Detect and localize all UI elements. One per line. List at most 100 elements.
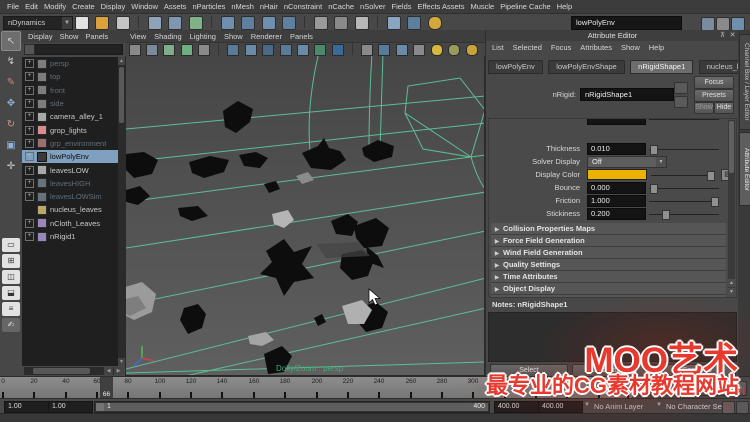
select-hierarchy-icon[interactable] — [147, 16, 162, 30]
expand-icon[interactable]: + — [25, 192, 34, 202]
close-icon[interactable]: ✕ — [728, 31, 737, 40]
menu-assets[interactable]: Assets — [161, 2, 190, 11]
save-scene-icon[interactable] — [115, 16, 130, 30]
film-gate-icon[interactable] — [227, 44, 240, 56]
snap-surface-icon[interactable] — [281, 16, 296, 30]
select-object-icon[interactable] — [168, 16, 183, 30]
range-slider[interactable]: 1 400 — [94, 401, 490, 413]
outliner-item-nrigid1[interactable]: + nRigid1 — [22, 230, 118, 243]
playback-end-field[interactable]: 400.00 — [494, 401, 539, 413]
solver-display-dropdown[interactable]: Off ▼ — [587, 156, 667, 168]
expand-icon[interactable]: + — [25, 232, 34, 241]
field-chart-icon[interactable] — [279, 44, 292, 56]
outliner-item-leaveslowsim[interactable]: + leavesLOWSim — [22, 190, 118, 203]
wireframe-icon[interactable] — [360, 44, 373, 56]
scroll-down-icon[interactable]: ▼ — [118, 358, 125, 366]
paint-select-tool-button[interactable]: ✎ — [1, 73, 21, 93]
character-set-selector[interactable]: No Character Set — [666, 402, 724, 411]
step-back-button[interactable]: ◀ — [667, 380, 683, 396]
menu-modify[interactable]: Modify — [41, 2, 69, 11]
scale-tool-button[interactable]: ▣ — [1, 136, 21, 156]
vp-menu-panels[interactable]: Panels — [290, 32, 313, 41]
section-partial[interactable]: ▶ — [491, 295, 726, 297]
expand-icon[interactable]: + — [25, 218, 34, 228]
snap-point-icon[interactable] — [261, 16, 276, 30]
menu-nhair[interactable]: nHair — [257, 2, 281, 11]
expand-icon[interactable]: + — [25, 138, 34, 148]
bounce-input[interactable]: 0.000 — [587, 182, 646, 194]
scroll-down-icon[interactable]: ▼ — [728, 288, 735, 296]
expand-icon[interactable]: + — [25, 178, 34, 188]
menu-help[interactable]: Help — [554, 2, 575, 11]
image-plane-icon[interactable] — [163, 44, 176, 56]
tab-nrigidshape1[interactable]: nRigidShape1 — [630, 60, 694, 74]
friction-slider[interactable] — [649, 196, 719, 207]
use-all-lights-icon[interactable] — [413, 44, 426, 56]
bounce-slider[interactable] — [649, 183, 719, 194]
selection-name-field[interactable]: lowPolyEnv — [571, 16, 682, 30]
section-force-field-generation[interactable]: ▶ Force Field Generation — [491, 235, 726, 247]
display-color-swatch[interactable] — [587, 169, 647, 180]
play-forward-button[interactable]: ▶ — [699, 380, 715, 396]
expand-icon[interactable]: + — [25, 99, 34, 109]
anim-layer-selector[interactable]: No Anim Layer — [594, 402, 643, 411]
select-tool-button[interactable]: ↖ — [1, 31, 21, 51]
filter-icon[interactable] — [24, 44, 35, 55]
tab-attribute-editor[interactable]: Attribute Editor — [739, 132, 750, 206]
vp-menu-show[interactable]: Show — [224, 32, 243, 41]
shadows-icon[interactable] — [448, 44, 461, 56]
outliner-item-persp[interactable]: + persp — [22, 57, 118, 70]
scroll-up-icon[interactable]: ▲ — [118, 57, 125, 65]
command-line[interactable] — [0, 413, 750, 422]
gate-mask-icon[interactable] — [262, 44, 275, 56]
outliner-item-camera-alley[interactable]: + camera_alley_1 — [22, 110, 118, 123]
tab-lowpolyenvshape[interactable]: lowPolyEnvShape — [548, 60, 625, 74]
scroll-left-icon[interactable]: ◀ — [104, 367, 113, 375]
ae-menu-attributes[interactable]: Attributes — [580, 43, 612, 52]
vp-menu-view[interactable]: View — [130, 32, 146, 41]
workspace-icon-1[interactable] — [701, 17, 715, 31]
expand-icon[interactable]: + — [25, 125, 34, 135]
outliner-item-top[interactable]: + top — [22, 70, 118, 83]
menu-edit[interactable]: Edit — [22, 2, 41, 11]
menu-ncache[interactable]: nCache — [325, 2, 357, 11]
outliner-item-grp-environment[interactable]: + grp_environment — [22, 137, 118, 150]
fill-mode-icon[interactable] — [331, 44, 344, 56]
focus-button[interactable]: Focus — [694, 76, 734, 89]
menu-nparticles[interactable]: nParticles — [189, 2, 228, 11]
time-slider[interactable]: 66 0 20 40 60 80 100 120 140 160 180 200… — [0, 376, 632, 399]
chevron-down-icon[interactable]: ▼ — [656, 402, 662, 408]
snap-grid-icon[interactable] — [220, 16, 235, 30]
stickiness-input[interactable]: 0.200 — [587, 208, 646, 220]
next-node-icon[interactable] — [674, 96, 688, 108]
ae-menu-focus[interactable]: Focus — [551, 43, 571, 52]
workspace-icon-3[interactable] — [731, 17, 745, 31]
play-back-button[interactable]: ◁ — [683, 380, 699, 396]
history-input-icon[interactable] — [313, 16, 328, 30]
universal-manip-button[interactable]: ✛ — [1, 157, 21, 177]
menu-nmesh[interactable]: nMesh — [228, 2, 257, 11]
outliner-hscrollbar[interactable]: ◀ ▶ — [24, 367, 123, 375]
grid-icon[interactable] — [198, 44, 211, 56]
render-icon[interactable] — [386, 16, 401, 30]
outliner-item-side[interactable]: + side — [22, 97, 118, 110]
menu-window[interactable]: Window — [128, 2, 161, 11]
thickness-slider[interactable] — [649, 144, 719, 155]
outliner-item-nucleus-leaves[interactable]: +nucleus_leaves — [22, 203, 118, 216]
new-scene-icon[interactable] — [75, 16, 89, 30]
ae-menu-help[interactable]: Help — [649, 43, 664, 52]
menu-fields[interactable]: Fields — [388, 2, 414, 11]
bookmark-icon[interactable] — [180, 44, 193, 56]
vp-menu-shading[interactable]: Shading — [154, 32, 182, 41]
ipr-render-icon[interactable] — [407, 16, 422, 30]
anim-end-field[interactable]: 400.00 — [538, 401, 583, 413]
scroll-right-icon[interactable]: ▶ — [114, 367, 123, 375]
layout-single-pane-button[interactable]: ▭ — [2, 238, 20, 252]
current-frame-marker[interactable]: 66 — [100, 377, 113, 399]
rotate-tool-button[interactable]: ↻ — [1, 115, 21, 135]
move-tool-button[interactable]: ✥ — [1, 94, 21, 114]
menu-pipeline-cache[interactable]: Pipeline Cache — [497, 2, 553, 11]
presets-button[interactable]: Presets — [694, 89, 734, 102]
ae-vscrollbar[interactable]: ▲ ▼ — [728, 120, 735, 296]
ae-menu-show[interactable]: Show — [621, 43, 640, 52]
